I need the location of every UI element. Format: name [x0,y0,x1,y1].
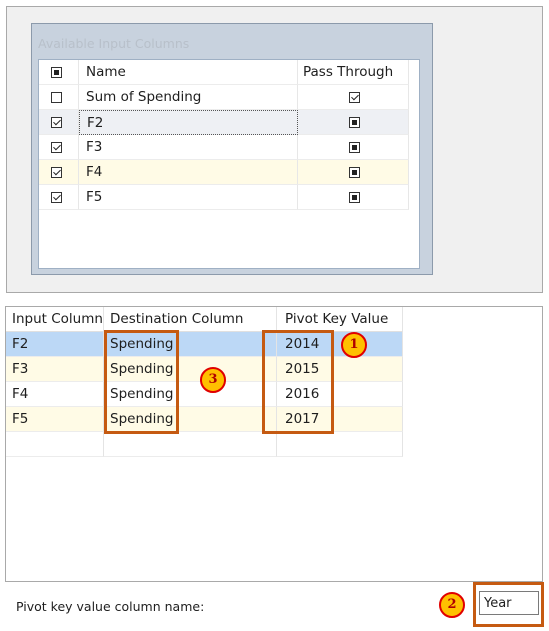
pass-through-cell [298,185,409,210]
pass-through-cell [298,135,409,160]
destination-column-cell[interactable] [104,432,277,457]
input-column-cell[interactable]: F3 [6,357,104,382]
select-checkbox[interactable] [51,92,62,103]
input-column-row[interactable]: F5 [39,185,409,210]
input-column-row[interactable]: Sum of Spending [39,85,409,110]
pivot-key-value-header[interactable]: Pivot Key Value [277,307,403,332]
row-select-cell [39,110,79,135]
pass-through-checkbox[interactable] [349,117,360,128]
pass-through-checkbox[interactable] [349,192,360,203]
input-column-name: F3 [79,135,298,160]
select-checkbox[interactable] [51,117,62,128]
pivot-key-column-name-label: Pivot key value column name: [16,599,205,614]
destination-column-header[interactable]: Destination Column [104,307,277,332]
input-column-cell[interactable]: F5 [6,407,104,432]
input-column-cell[interactable]: F2 [6,332,104,357]
callout-badge-2: 2 [439,592,465,618]
mapping-row[interactable]: F5 Spending 2017 [6,407,403,432]
input-column-row[interactable]: F3 [39,135,409,160]
pivot-key-value-cell[interactable] [277,432,403,457]
input-columns-grid: Name Pass Through Sum of Spending F2 F3 … [38,59,420,269]
mapping-new-row[interactable] [6,432,403,457]
group-title: Available Input Columns [38,36,190,51]
row-select-cell [39,185,79,210]
input-column-name: F2 [79,110,298,135]
pivot-key-input-highlight [473,582,544,627]
callout-badge-3: 3 [200,367,226,393]
callout-badge-1: 1 [341,332,367,358]
pivot-key-column-name-input[interactable] [479,591,539,615]
input-column-name: Sum of Spending [79,85,298,110]
select-checkbox[interactable] [51,142,62,153]
select-checkbox[interactable] [51,192,62,203]
select-checkbox[interactable] [51,167,62,178]
pass-through-checkbox[interactable] [349,142,360,153]
name-column-header[interactable]: Name [79,60,298,85]
pass-through-checkbox[interactable] [349,167,360,178]
grid-header-row: Name Pass Through [39,60,409,85]
input-column-row[interactable]: F2 [39,110,409,135]
row-select-cell [39,160,79,185]
pass-through-cell [298,85,409,110]
mapping-header-row: Input Column Destination Column Pivot Ke… [6,307,403,332]
available-input-columns-group: Available Input Columns Name Pass Throug… [31,23,433,275]
row-select-cell [39,85,79,110]
pass-through-cell [298,110,409,135]
input-column-cell[interactable] [6,432,104,457]
pivot-key-value-highlight [262,330,334,434]
input-column-header[interactable]: Input Column [6,307,104,332]
row-select-cell [39,135,79,160]
input-column-name: F5 [79,185,298,210]
input-column-row[interactable]: F4 [39,160,409,185]
input-column-cell[interactable]: F4 [6,382,104,407]
select-all-checkbox[interactable] [51,67,62,78]
destination-column-highlight [104,330,179,434]
pass-through-cell [298,160,409,185]
pass-through-checkbox[interactable] [349,92,360,103]
input-columns-panel: Available Input Columns Name Pass Throug… [6,6,543,293]
pass-through-column-header[interactable]: Pass Through [298,60,409,85]
select-all-cell[interactable] [39,60,79,85]
input-column-name: F4 [79,160,298,185]
